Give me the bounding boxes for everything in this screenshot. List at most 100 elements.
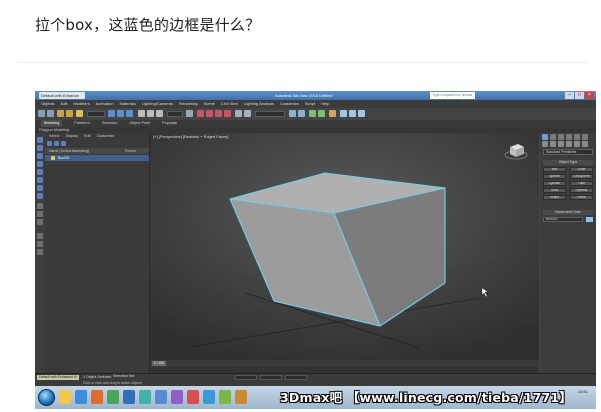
mirror-icon[interactable] [235,110,242,117]
display-shapes-icon[interactable] [37,153,43,159]
percent-snap-icon[interactable] [215,110,222,117]
motion-tab-icon[interactable] [566,134,572,140]
region-select-icon[interactable] [126,110,133,117]
undo-icon[interactable] [38,110,45,117]
display-cameras-icon[interactable] [37,169,43,175]
curve-editor-icon[interactable] [309,110,316,117]
tab-object-paint[interactable]: Object Paint [129,120,150,127]
menu-lighting-analysis[interactable]: Lighting Analysis [244,100,274,108]
workspace-tab[interactable]: Default with Enhance [39,92,85,99]
modify-tab-icon[interactable] [550,134,556,140]
explorer-select-icon[interactable] [37,137,43,143]
schematic-view-icon[interactable] [318,110,325,117]
explorer-menu-select[interactable]: Select [49,134,60,138]
tab-freeform[interactable]: Freeform [74,120,89,127]
cone-button[interactable]: Cone [570,167,593,172]
helpers-icon[interactable] [574,141,580,147]
render-icon[interactable] [358,110,365,117]
menu-animation[interactable]: Animation [96,100,114,108]
menu-customize[interactable]: Customize [280,100,299,108]
shapes-icon[interactable] [550,141,556,147]
viewport-label[interactable]: [+] [Perspective] [Realistic + Edged Fac… [153,134,228,139]
menu-modifiers[interactable]: Modifiers [73,100,89,108]
snap-icon[interactable] [197,110,204,117]
explorer-taskbar-icon[interactable] [59,390,71,404]
maxscript-listener[interactable]: Default with Enhanced M [37,375,79,380]
menu-materials[interactable]: Materials [120,100,136,108]
y-coordinate-field[interactable] [260,375,282,380]
app-taskbar-icon-2[interactable] [171,390,183,404]
explorer-filter-icon[interactable] [47,141,52,146]
tube-button[interactable]: Tube [570,181,593,186]
scale-icon[interactable] [156,110,163,117]
list-item[interactable]: Box001 [45,155,149,161]
tab-selection[interactable]: Selection [102,120,118,127]
move-icon[interactable] [138,110,145,117]
selection-filter-dropdown[interactable] [87,111,105,117]
explorer-menu-edit[interactable]: Edit [84,134,91,138]
object-type-rollout[interactable]: Object Type [543,160,593,165]
menu-scene[interactable]: Scene [204,100,215,108]
word-taskbar-icon[interactable] [123,390,135,404]
ribbon-icon[interactable] [298,110,305,117]
select-by-name-icon[interactable] [117,110,124,117]
menu-lighting-cameras[interactable]: Lighting/Cameras [142,100,173,108]
name-and-color-rollout[interactable]: Name and Color [543,210,593,215]
3dsmax-taskbar-icon[interactable] [139,390,151,404]
explorer-menu-display[interactable]: Display [66,134,78,138]
material-editor-icon[interactable] [329,110,336,117]
hierarchy-icon[interactable] [37,241,43,247]
geosphere-button[interactable]: GeoSphere [570,174,593,179]
sphere-button[interactable]: Sphere [543,174,566,179]
reference-coord-dropdown[interactable] [167,111,183,117]
teapot-button[interactable]: Teapot [543,195,566,200]
menu-civil-view[interactable]: Civil View [221,100,238,108]
systems-icon[interactable] [582,141,588,147]
display-invert-icon[interactable] [37,219,43,225]
x-coordinate-field[interactable] [235,375,257,380]
column-frozen[interactable]: Frozen [125,148,136,154]
search-input[interactable]: Type a keyword or phrase [430,92,475,99]
display-groups-icon[interactable] [37,193,43,199]
bind-icon[interactable] [76,110,83,117]
primitive-type-dropdown[interactable]: Standard Primitives [543,149,593,155]
app-taskbar-icon-1[interactable] [155,390,167,404]
chrome-taskbar-icon[interactable] [107,390,119,404]
menu-objects[interactable]: Objects [41,100,55,108]
named-selection-dropdown[interactable] [255,111,285,117]
menu-edit[interactable]: Edit [61,100,68,108]
plane-button[interactable]: Plane [570,195,593,200]
display-helpers-icon[interactable] [37,177,43,183]
minimize-icon[interactable]: – [565,92,574,99]
geometry-icon[interactable] [542,141,548,147]
tab-modeling[interactable]: Modeling [41,120,63,127]
object-name-field[interactable]: Box001 [543,217,583,222]
maximize-icon[interactable]: □ [575,92,584,99]
display-lights-icon[interactable] [37,161,43,167]
object-color-swatch[interactable] [586,217,593,222]
taskbar-clock[interactable]: 20:51 [578,389,588,395]
layer-icon[interactable] [289,110,296,117]
redo-icon[interactable] [47,110,54,117]
render-setup-icon[interactable] [340,110,347,117]
menu-script[interactable]: Script [305,100,315,108]
column-name[interactable]: Name (Sorted Ascending) [49,148,89,154]
unlink-icon[interactable] [66,110,73,117]
close-icon[interactable]: × [585,92,594,99]
rotate-icon[interactable] [147,110,154,117]
ie-taskbar-icon[interactable] [75,390,87,404]
explorer-sort-icon[interactable] [61,141,66,146]
perspective-viewport[interactable]: [+] [Perspective] [Realistic + Edged Fac… [150,133,539,360]
pyramid-button[interactable]: Pyramid [570,188,593,193]
hierarchy-tab-icon[interactable] [558,134,564,140]
display-none-icon[interactable] [37,211,43,217]
app-taskbar-icon-4[interactable] [203,390,215,404]
explorer-menu-customize[interactable]: Customize [97,134,115,138]
display-spacewarps-icon[interactable] [37,185,43,191]
media-taskbar-icon[interactable] [91,390,103,404]
time-slider-thumb[interactable]: 0 / 100 [152,361,166,366]
box-button[interactable]: Box [543,167,566,172]
angle-snap-icon[interactable] [206,110,213,117]
explorer-find-icon[interactable] [54,141,59,146]
tab-populate[interactable]: Populate [162,120,177,127]
